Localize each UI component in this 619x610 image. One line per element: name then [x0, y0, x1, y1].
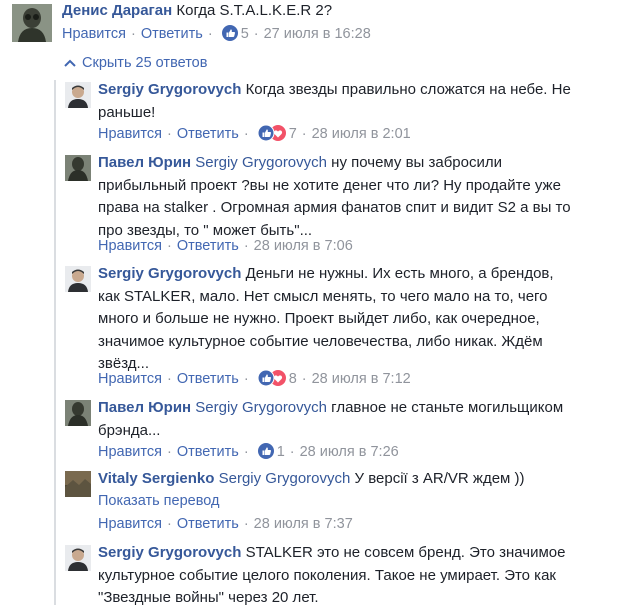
avatar-vitaly[interactable] [65, 471, 91, 497]
comment-actions: Нравится · Ответить · 28 июля в 7:06 [98, 238, 353, 254]
timestamp[interactable]: 27 июля в 16:28 [264, 26, 371, 42]
reply-3: Sergiy Grygorovych Деньги не нужны. Их е… [98, 263, 573, 376]
like-reaction-icon[interactable] [221, 25, 238, 42]
reply-button[interactable]: Ответить [177, 126, 239, 142]
like-button[interactable]: Нравится [98, 444, 162, 460]
reply-6: Sergiy Grygorovych STALKER это не совсем… [98, 542, 573, 610]
collapse-replies-link[interactable]: Скрыть 25 ответов [64, 55, 207, 71]
like-button[interactable]: Нравится [98, 371, 162, 387]
comment-text: Когда S.T.A.L.K.E.R 2? [176, 2, 333, 19]
likes-count[interactable]: 5 [241, 26, 249, 42]
avatar-pavel[interactable] [65, 155, 91, 181]
timestamp[interactable]: 28 июля в 7:37 [254, 516, 353, 532]
timestamp[interactable]: 28 июля в 7:26 [300, 444, 399, 460]
avatar-pavel[interactable] [65, 400, 91, 426]
comment-actions: Нравится · Ответить · 28 июля в 7:37 [98, 516, 353, 532]
comment-actions: Нравится · Ответить · 7 · 28 июля в 2:01 [98, 125, 411, 142]
comment-author[interactable]: Sergiy Grygorovych [98, 544, 241, 561]
mention-link[interactable]: Sergiy Grygorovych [219, 470, 351, 487]
reply-2: Павел Юрин Sergiy Grygorovych ну почему … [98, 152, 583, 242]
likes-count[interactable]: 7 [289, 126, 297, 142]
likes-count[interactable]: 8 [289, 371, 297, 387]
show-translation-link[interactable]: Показать перевод [98, 491, 219, 511]
stalker-avatar-icon [12, 4, 52, 42]
like-reaction-icon[interactable] [257, 443, 274, 460]
avatar-denis[interactable] [12, 4, 52, 42]
comment-actions: Нравится · Ответить · 5 · 27 июля в 16:28 [62, 25, 371, 42]
comment-author[interactable]: Vitaly Sergienko [98, 470, 214, 487]
avatar-sergiy[interactable] [65, 545, 91, 571]
like-button[interactable]: Нравится [98, 126, 162, 142]
reply-4: Павел Юрин Sergiy Grygorovych главное не… [98, 397, 583, 442]
mention-link[interactable]: Sergiy Grygorovych [195, 399, 327, 416]
comment-actions: Нравится · Ответить · 1 · 28 июля в 7:26 [98, 443, 399, 460]
person-avatar-icon [65, 545, 91, 571]
chevron-up-icon [64, 55, 82, 71]
person-avatar-icon [65, 82, 91, 108]
reply-button[interactable]: Ответить [177, 238, 239, 254]
comment-author[interactable]: Павел Юрин [98, 399, 191, 416]
like-love-reactions-icon[interactable] [257, 370, 286, 387]
person-avatar-icon [65, 266, 91, 292]
like-love-reactions-icon[interactable] [257, 125, 286, 142]
reply-button[interactable]: Ответить [177, 371, 239, 387]
comment-actions: Нравится · Ответить · 8 · 28 июля в 7:12 [98, 370, 411, 387]
reply-1: Sergiy Grygorovych Когда звезды правильн… [98, 79, 598, 124]
timestamp[interactable]: 28 июля в 7:06 [254, 238, 353, 254]
stalker-avatar-icon [65, 400, 91, 426]
stalker-avatar-icon [65, 155, 91, 181]
thread-line [54, 80, 56, 605]
avatar-sergiy[interactable] [65, 266, 91, 292]
avatar-sergiy[interactable] [65, 82, 91, 108]
reply-button[interactable]: Ответить [177, 444, 239, 460]
comment-author[interactable]: Sergiy Grygorovych [98, 81, 241, 98]
like-button[interactable]: Нравится [98, 238, 162, 254]
top-comment: Денис Дараган Когда S.T.A.L.K.E.R 2? [62, 0, 602, 23]
reply-5: Vitaly Sergienko Sergiy Grygorovych У ве… [98, 468, 583, 491]
likes-count[interactable]: 1 [277, 444, 285, 460]
reply-button[interactable]: Ответить [141, 26, 203, 42]
comment-text: У версії з AR/VR ждем )) [354, 470, 525, 487]
comment-author[interactable]: Денис Дараган [62, 2, 172, 19]
timestamp[interactable]: 28 июля в 7:12 [312, 371, 411, 387]
timestamp[interactable]: 28 июля в 2:01 [312, 126, 411, 142]
landscape-avatar-icon [65, 471, 91, 497]
like-button[interactable]: Нравится [62, 26, 126, 42]
like-button[interactable]: Нравится [98, 516, 162, 532]
comment-author[interactable]: Sergiy Grygorovych [98, 265, 241, 282]
reply-button[interactable]: Ответить [177, 516, 239, 532]
mention-link[interactable]: Sergiy Grygorovych [195, 154, 327, 171]
comment-author[interactable]: Павел Юрин [98, 154, 191, 171]
collapse-label: Скрыть 25 ответов [82, 55, 208, 71]
